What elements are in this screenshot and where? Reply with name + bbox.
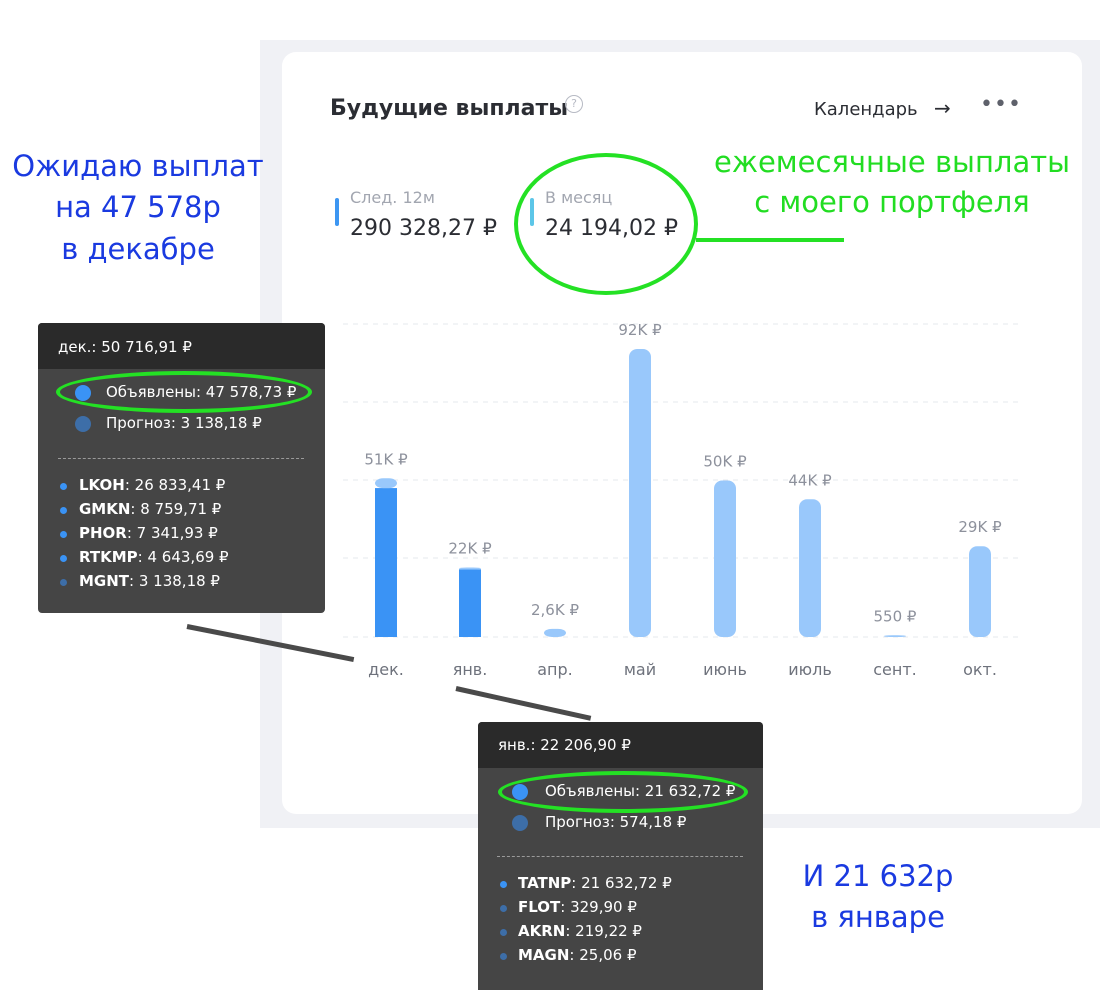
ticker-dot-icon xyxy=(60,507,67,514)
x-tick-label: май xyxy=(624,660,656,679)
data-label: 50K ₽ xyxy=(703,453,747,471)
tooltip-separator xyxy=(58,458,304,459)
data-label: 44K ₽ xyxy=(788,471,832,489)
annotation-monthly-note: ежемесячные выплаты с моего портфеля xyxy=(713,145,1070,220)
x-tick-label: апр. xyxy=(537,660,573,679)
x-tick-label: июнь xyxy=(703,660,747,679)
data-label: 29K ₽ xyxy=(958,518,1002,536)
x-tick-label: янв. xyxy=(453,660,488,679)
ticker-dot-icon xyxy=(60,483,67,490)
tooltip-header: янв.: 22 206,90 ₽ xyxy=(478,722,763,768)
bar-июль[interactable] xyxy=(799,499,821,637)
ticker-dot-icon xyxy=(500,905,507,912)
highlight-ellipse-declared-january xyxy=(498,771,748,813)
pointer-line-monthly xyxy=(696,238,844,242)
bar-янв.[interactable] xyxy=(459,569,481,637)
tooltip-december: дек.: 50 716,91 ₽ Объявлены: 47 578,73 ₽… xyxy=(38,323,325,613)
tooltip-ticker-row: PHOR: 7 341,93 ₽ xyxy=(79,524,218,542)
annotation-december-note: Ожидаю выплат на 47 578р в декабре xyxy=(12,149,264,266)
bar-июнь[interactable] xyxy=(714,480,736,638)
forecast-dot-icon xyxy=(75,416,91,432)
highlight-ellipse-monthly xyxy=(514,153,698,295)
tooltip-ticker-row: FLOT: 329,90 ₽ xyxy=(518,898,637,916)
bar-сент.[interactable] xyxy=(884,635,906,637)
ticker-dot-icon xyxy=(60,555,67,562)
tooltip-ticker-row: RTKMP: 4 643,69 ₽ xyxy=(79,548,229,566)
tooltip-header: дек.: 50 716,91 ₽ xyxy=(38,323,325,369)
tooltip-ticker-row: GMKN: 8 759,71 ₽ xyxy=(79,500,222,518)
tooltip-forecast: Прогноз: 3 138,18 ₽ xyxy=(106,414,262,432)
ticker-dot-icon xyxy=(500,881,507,888)
tooltip-ticker-row: MAGN: 25,06 ₽ xyxy=(518,946,637,964)
tooltip-forecast: Прогноз: 574,18 ₽ xyxy=(545,813,687,831)
bar-окт.[interactable] xyxy=(969,546,991,637)
bar-дек.[interactable] xyxy=(375,478,397,489)
tooltip-ticker-row: TATNP: 21 632,72 ₽ xyxy=(518,874,672,892)
x-tick-label: дек. xyxy=(368,660,404,679)
ticker-dot-icon xyxy=(60,579,67,586)
ticker-dot-icon xyxy=(500,953,507,960)
x-tick-label: окт. xyxy=(963,660,997,679)
bar-янв.[interactable] xyxy=(459,567,481,570)
ticker-dot-icon xyxy=(60,531,67,538)
tooltip-ticker-row: LKOH: 26 833,41 ₽ xyxy=(79,476,226,494)
x-tick-label: июль xyxy=(788,660,832,679)
bar-дек.[interactable] xyxy=(375,488,397,637)
data-label: 2,6K ₽ xyxy=(531,601,579,619)
forecast-dot-icon xyxy=(512,815,528,831)
annotation-january-note: И 21 632р в январе xyxy=(802,859,954,935)
highlight-ellipse-declared-december xyxy=(56,371,312,413)
ticker-dot-icon xyxy=(500,929,507,936)
data-label: 51K ₽ xyxy=(364,450,408,468)
data-label: 92K ₽ xyxy=(618,321,662,339)
data-label: 550 ₽ xyxy=(874,607,917,625)
data-label: 22K ₽ xyxy=(448,539,492,557)
bar-апр.[interactable] xyxy=(544,628,566,637)
tooltip-ticker-row: MGNT: 3 138,18 ₽ xyxy=(79,572,220,590)
tooltip-january: янв.: 22 206,90 ₽ Объявлены: 21 632,72 ₽… xyxy=(478,722,763,990)
tooltip-ticker-row: AKRN: 219,22 ₽ xyxy=(518,922,642,940)
bar-май[interactable] xyxy=(629,349,651,637)
tooltip-separator xyxy=(497,856,743,857)
x-tick-label: сент. xyxy=(873,660,917,679)
